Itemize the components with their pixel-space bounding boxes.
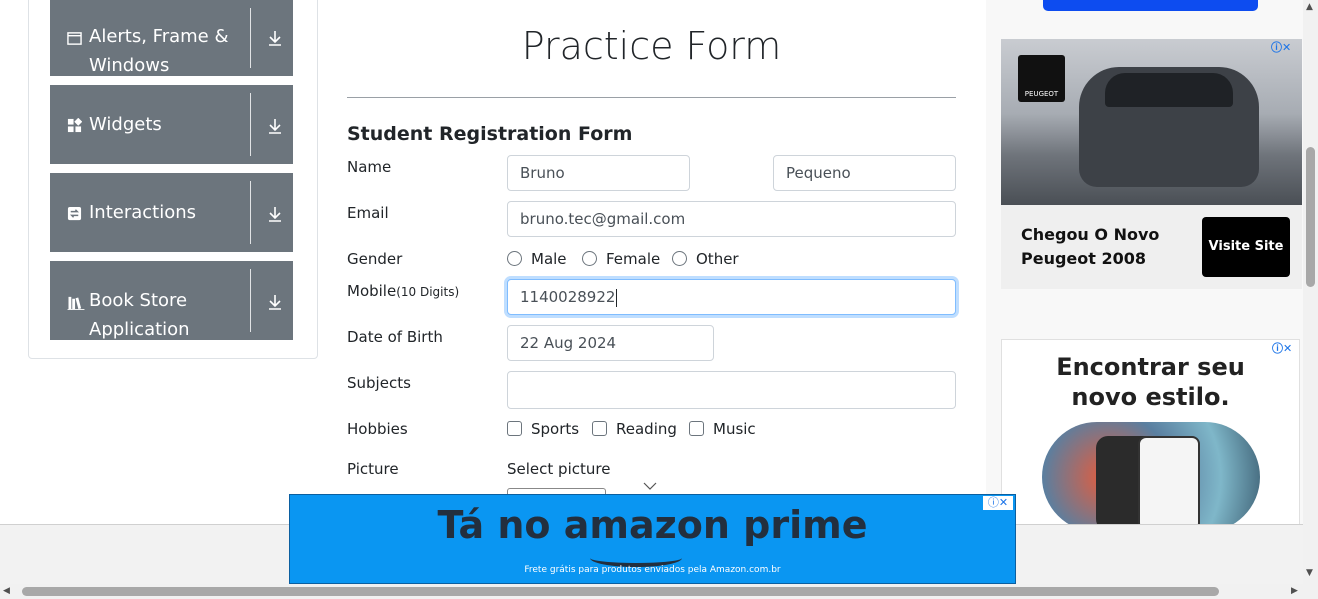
hobby-reading-label[interactable]: Reading [616,420,677,438]
peugeot-ad[interactable]: PEUGEOT ⓘ✕ Chegou O Novo Peugeot 2008 Vi… [1001,39,1302,289]
car-window [1105,73,1233,107]
peugeot-headline: Chegou O Novo Peugeot 2008 [1021,223,1159,271]
sidebar-item-interactions[interactable]: Interactions [50,173,293,252]
hobby-sports-checkbox[interactable] [507,421,522,436]
hobby-reading-checkbox[interactable] [592,421,607,436]
vertical-scrollbar[interactable]: ▲ ▼ [1303,0,1318,584]
download-icon[interactable] [266,205,284,223]
hobby-sports-label[interactable]: Sports [531,420,579,438]
ad-info-icon[interactable]: ⓘ✕ [1271,39,1291,55]
mobile-hint: (10 Digits) [396,285,460,299]
amazon-headline: Tá no amazon prime [437,503,868,547]
divider [347,97,956,98]
ad-banner-button[interactable] [1043,0,1258,11]
gender-other-radio[interactable] [672,251,687,266]
page-title: Practice Form [521,24,782,68]
hobby-music-label[interactable]: Music [713,420,756,438]
scroll-left-icon[interactable]: ◀ [3,586,10,596]
hobby-music-checkbox[interactable] [689,421,704,436]
gender-label: Gender [347,250,403,268]
vertical-scroll-thumb[interactable] [1306,147,1315,287]
text-caret [616,288,618,307]
window-icon [67,32,82,45]
interactions-icon [67,206,82,221]
dob-label: Date of Birth [347,328,443,346]
ad-close-icon[interactable]: ⓘ✕ [983,496,1013,510]
sidebar-item-label: Book Store Application [89,290,190,340]
download-icon[interactable] [266,29,284,47]
horizontal-scrollbar[interactable]: ◀ ▶ [0,584,1318,599]
widgets-icon [67,118,82,133]
mobile-value: 1140028922 [520,288,616,306]
sidebar-item-label: Widgets [89,114,162,135]
scroll-down-icon[interactable]: ▼ [1306,568,1313,578]
form-subtitle: Student Registration Form [347,123,633,145]
email-label: Email [347,204,389,222]
sidebar-item-label: Alerts, Frame & Windows [89,26,229,76]
picture-label: Picture [347,460,399,478]
mobile-label: Mobile(10 Digits) [347,282,459,300]
email-input[interactable]: bruno.tec@gmail.com [507,201,956,237]
amazon-prime-ad[interactable]: Tá no amazon prime Frete grátis para pro… [289,494,1016,584]
chevron-down-icon[interactable] [642,481,658,491]
sidebar-item-widgets[interactable]: Widgets [50,85,293,164]
gender-male-radio[interactable] [507,251,522,266]
brand-text: PEUGEOT [1024,90,1059,98]
style-ad-line-2: novo estilo. [1071,383,1230,411]
download-icon[interactable] [266,293,284,311]
phone-screen [1138,436,1200,528]
date-of-birth-input[interactable]: 22 Aug 2024 [507,325,714,361]
separator [250,93,251,156]
style-ad[interactable]: ⓘ✕ Encontrar seu novo estilo. [1001,339,1300,529]
first-name-input[interactable]: Bruno [507,155,690,191]
name-label: Name [347,158,392,176]
last-name-input[interactable]: Pequeno [773,155,956,191]
gender-female-label[interactable]: Female [606,250,660,268]
visit-site-button[interactable]: Visite Site [1202,217,1290,277]
style-ad-headline: Encontrar seu novo estilo. [1002,352,1299,412]
picture-prompt: Select picture [507,460,611,478]
sidebar-item-label: Interactions [89,202,197,223]
separator [250,181,251,244]
download-icon[interactable] [266,117,284,135]
peugeot-logo: PEUGEOT [1018,55,1065,102]
gender-male-label[interactable]: Male [531,250,567,268]
amazon-subtext: Frete grátis para produtos enviados pela… [524,565,781,575]
headline-line-1: Chegou O Novo [1021,225,1160,244]
sidebar-item-alerts-frame-windows[interactable]: Alerts, Frame & Windows [50,0,293,76]
car-image: PEUGEOT [1001,39,1302,205]
separator [250,8,251,68]
scroll-right-icon[interactable]: ▶ [1291,586,1298,596]
subjects-input[interactable] [507,371,956,409]
gender-other-label[interactable]: Other [696,250,739,268]
sidebar-item-book-store[interactable]: Book Store Application [50,261,293,340]
gender-female-radio[interactable] [582,251,597,266]
subjects-label: Subjects [347,374,411,392]
hobbies-label: Hobbies [347,420,408,438]
style-ad-line-1: Encontrar seu [1056,353,1245,381]
separator [250,269,251,332]
headline-line-2: Peugeot 2008 [1021,249,1147,268]
mobile-input[interactable]: 1140028922 [507,279,956,315]
horizontal-scroll-thumb[interactable] [22,587,1219,596]
mobile-label-text: Mobile [347,282,397,300]
scroll-up-icon[interactable]: ▲ [1306,2,1313,12]
books-icon [67,296,85,310]
